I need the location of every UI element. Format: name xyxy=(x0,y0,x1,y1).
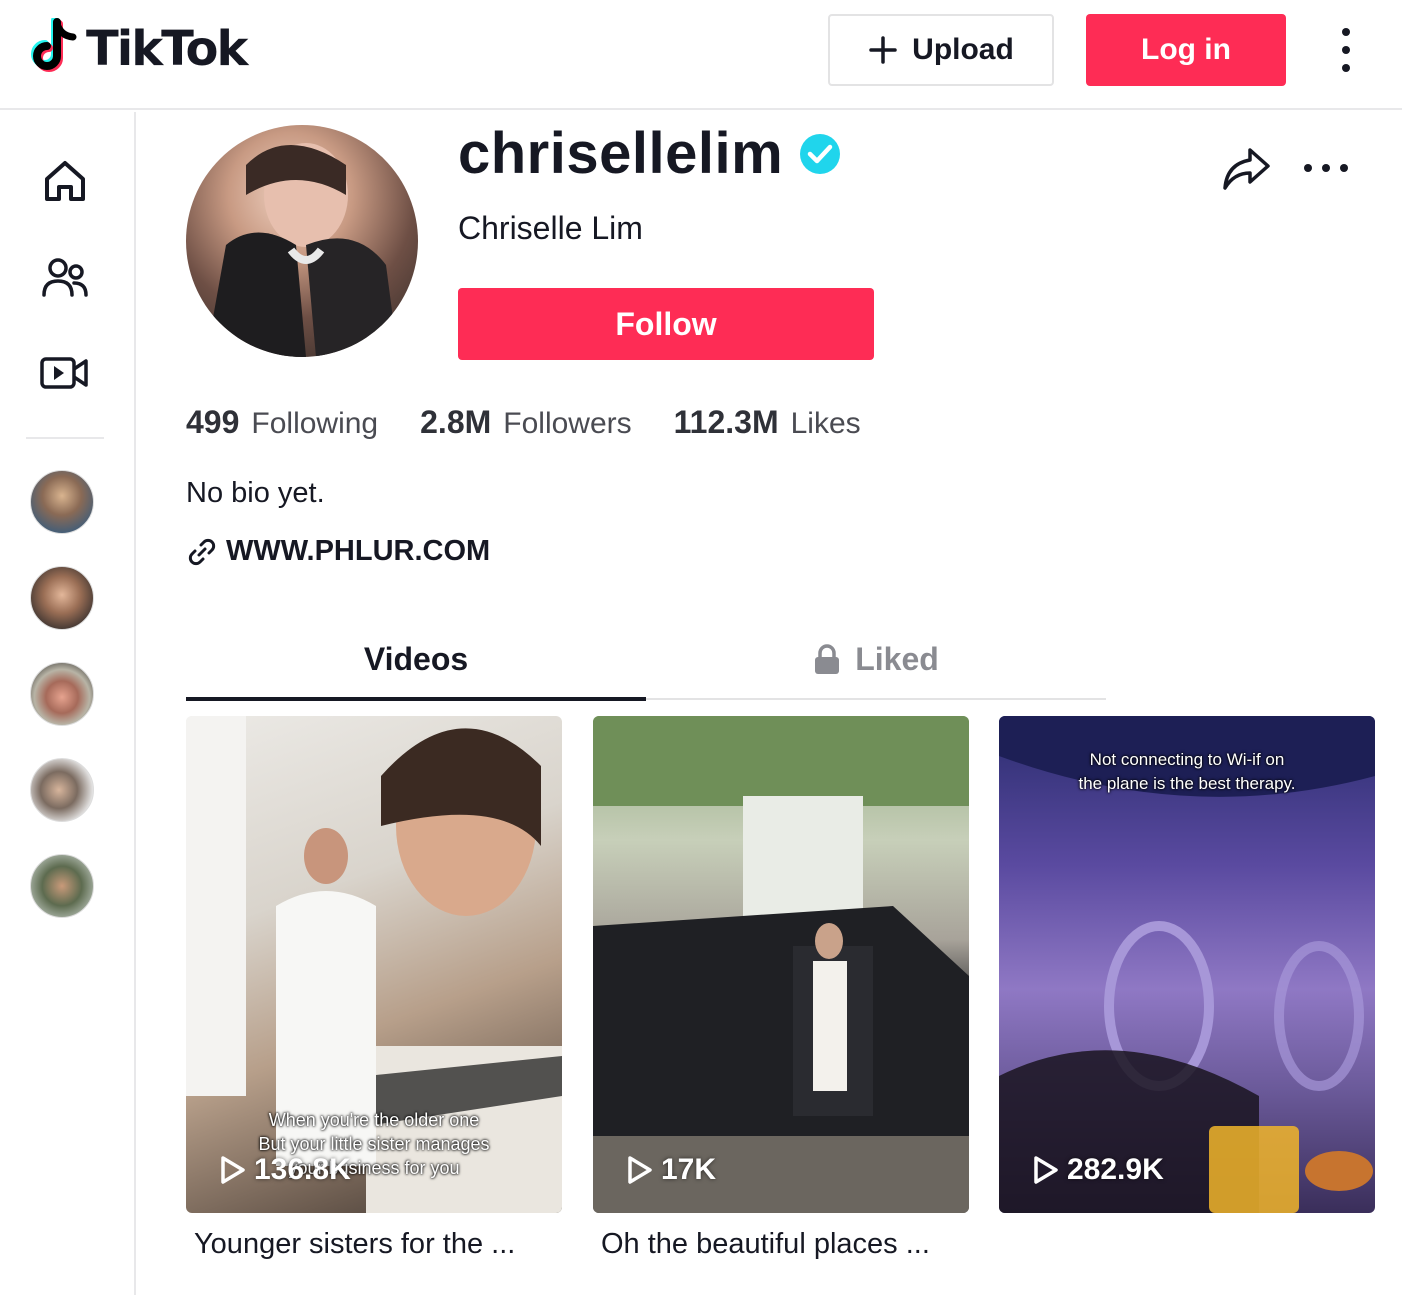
profile-tabs: Videos Liked xyxy=(186,620,1106,701)
more-options-icon[interactable] xyxy=(1334,28,1358,72)
suggested-account-avatar[interactable] xyxy=(30,566,94,630)
tiktok-logo[interactable]: TikTok xyxy=(26,18,248,80)
overlay-line: Not connecting to Wi-if on xyxy=(1089,750,1285,769)
tab-liked[interactable]: Liked xyxy=(646,620,1106,698)
view-count: 282.9K xyxy=(1031,1153,1164,1187)
likes-label: Likes xyxy=(790,407,861,440)
profile-stats: 499 Following 2.8M Followers 112.3M Like… xyxy=(186,404,903,441)
profile-bio: No bio yet. xyxy=(186,477,325,509)
play-icon xyxy=(221,1156,245,1184)
suggested-account-avatar[interactable] xyxy=(30,662,94,726)
avatar-portrait xyxy=(206,143,398,357)
profile-link-text: WWW.PHLUR.COM xyxy=(226,535,491,567)
follow-button[interactable]: Follow xyxy=(458,288,874,360)
dot xyxy=(1342,64,1350,72)
share-icon[interactable] xyxy=(1220,144,1272,192)
logo-wordmark: TikTok xyxy=(86,21,248,77)
followers-count: 2.8M xyxy=(420,404,492,440)
sidebar-divider xyxy=(26,437,104,439)
dot xyxy=(1342,28,1350,36)
dot xyxy=(1304,164,1312,172)
following-label: Following xyxy=(251,407,379,440)
upload-button[interactable]: Upload xyxy=(828,14,1054,86)
view-count-text: 282.9K xyxy=(1067,1153,1164,1186)
username: chrisellelim xyxy=(458,121,784,186)
dot xyxy=(1342,46,1350,54)
view-count-text: 17K xyxy=(661,1153,717,1186)
lock-icon xyxy=(815,644,840,674)
live-icon[interactable] xyxy=(36,344,94,402)
following-icon[interactable] xyxy=(36,248,94,306)
home-icon[interactable] xyxy=(36,152,94,210)
view-count-text: 136.8K xyxy=(254,1153,351,1186)
tiktok-note-icon xyxy=(31,18,77,72)
profile-more-icon[interactable] xyxy=(1304,162,1348,174)
tab-videos[interactable]: Videos xyxy=(186,620,646,698)
followers-stat[interactable]: 2.8M Followers xyxy=(420,404,632,441)
overlay-line: the plane is the best therapy. xyxy=(1078,774,1296,793)
followers-label: Followers xyxy=(503,407,632,440)
top-navbar: TikTok Upload Log in xyxy=(0,0,1402,110)
following-stat[interactable]: 499 Following xyxy=(186,404,378,441)
dot xyxy=(1322,164,1330,172)
video-thumbnail[interactable]: Not connecting to Wi-if on the plane is … xyxy=(999,716,1375,1213)
overlay-line: When you're the older one xyxy=(268,1110,480,1130)
video-title[interactable]: Oh the beautiful places ... xyxy=(593,1228,969,1261)
login-button[interactable]: Log in xyxy=(1086,14,1286,86)
video-overlay-text: Not connecting to Wi-if on the plane is … xyxy=(999,748,1375,796)
view-count: 17K xyxy=(625,1153,716,1187)
username-row: chrisellelim xyxy=(458,120,841,187)
video-thumbnail[interactable]: 17K xyxy=(593,716,969,1213)
verified-badge-icon xyxy=(800,133,841,174)
profile-link[interactable]: WWW.PHLUR.COM xyxy=(186,535,490,568)
view-count: 136.8K xyxy=(218,1153,351,1187)
dot xyxy=(1340,164,1348,172)
sidebar xyxy=(0,112,136,1295)
suggested-account-avatar[interactable] xyxy=(30,470,94,534)
suggested-account-avatar[interactable] xyxy=(30,854,94,918)
link-icon xyxy=(188,538,216,565)
active-tab-indicator xyxy=(186,697,646,701)
video-thumbnail[interactable]: When you're the older one But your littl… xyxy=(186,716,562,1213)
profile-avatar xyxy=(186,125,418,357)
likes-count: 112.3M xyxy=(673,404,779,440)
likes-stat: 112.3M Likes xyxy=(674,404,861,441)
plus-icon xyxy=(869,36,897,64)
upload-label: Upload xyxy=(912,33,1014,66)
play-icon xyxy=(628,1156,652,1184)
display-name: Chriselle Lim xyxy=(458,210,643,246)
video-thumbnail-art xyxy=(593,716,969,1213)
tab-videos-label: Videos xyxy=(363,640,469,677)
suggested-account-avatar[interactable] xyxy=(30,758,94,822)
tab-liked-label: Liked xyxy=(855,640,939,677)
video-title[interactable]: Younger sisters for the ... xyxy=(186,1228,562,1261)
following-count: 499 xyxy=(186,404,240,440)
play-icon xyxy=(1034,1156,1058,1184)
